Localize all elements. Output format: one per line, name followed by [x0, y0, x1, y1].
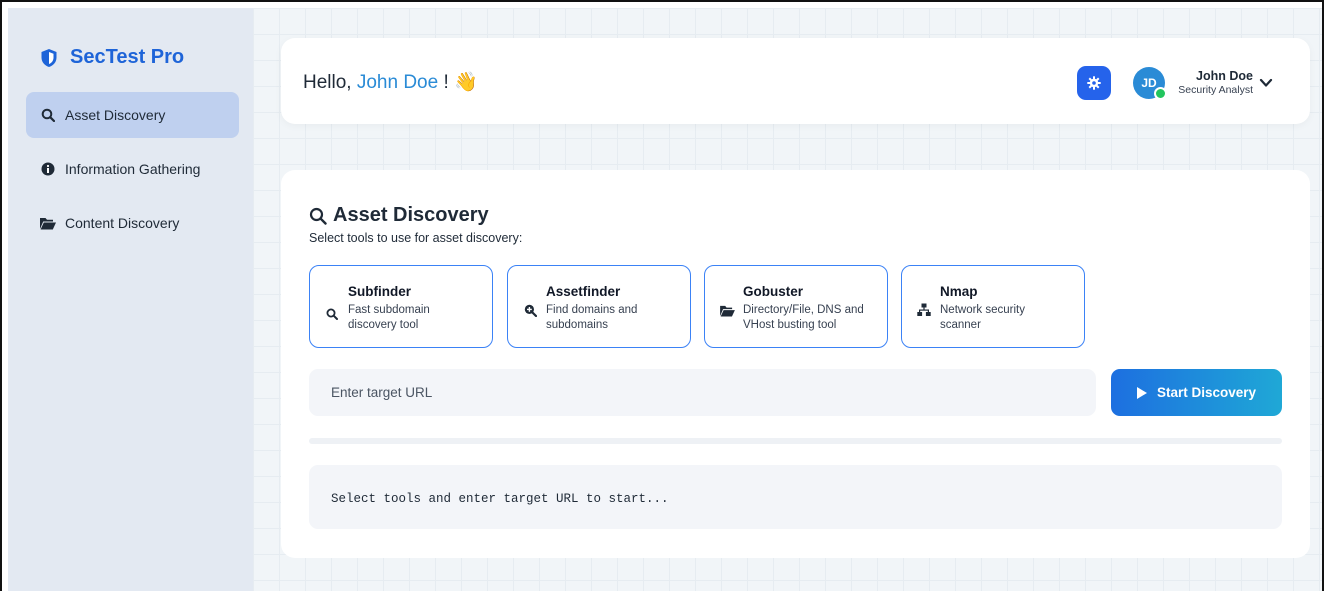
- folder-open-icon: [40, 217, 56, 230]
- start-discovery-label: Start Discovery: [1156, 385, 1257, 400]
- search-icon: [309, 207, 333, 225]
- network-icon: [916, 302, 932, 318]
- top-header: Hello, John Doe ! 👋 JD John Doe Security…: [281, 38, 1310, 124]
- sidebar-item-content-discovery[interactable]: Content Discovery: [26, 200, 239, 246]
- user-role: Security Analyst: [1178, 84, 1253, 96]
- greeting-suffix: !: [438, 72, 455, 93]
- tool-name: Gobuster: [743, 284, 804, 299]
- tool-description: Network security scanner: [940, 304, 1025, 331]
- folder-open-icon: [719, 303, 735, 319]
- play-icon: [1136, 386, 1157, 399]
- output-text: Select tools and enter target URL to sta…: [331, 492, 669, 506]
- tool-name: Assetfinder: [546, 284, 621, 299]
- tool-card-nmap[interactable]: Nmap Network security scanner: [901, 265, 1085, 348]
- page-subtitle: Select tools to use for asset discovery:: [309, 231, 523, 245]
- tool-name: Subfinder: [348, 284, 411, 299]
- target-url-input[interactable]: [309, 369, 1096, 416]
- brand-name: SecTest Pro: [70, 46, 185, 68]
- asset-discovery-panel: Asset Discovery Select tools to use for …: [281, 170, 1310, 558]
- main-content: Hello, John Doe ! 👋 JD John Doe Security…: [253, 8, 1322, 591]
- page-title-text: Asset Discovery: [333, 204, 489, 226]
- sidebar-item-label: Content Discovery: [65, 215, 180, 231]
- app-window: SecTest Pro Asset Discovery Information …: [0, 0, 1324, 591]
- shield-icon: [40, 48, 70, 68]
- avatar-initials: JD: [1141, 76, 1157, 90]
- tool-card-gobuster[interactable]: Gobuster Directory/File, DNS and VHost b…: [704, 265, 888, 348]
- greeting: Hello, John Doe ! 👋: [303, 70, 478, 94]
- chevron-down-icon[interactable]: [1259, 75, 1273, 93]
- tool-description: Directory/File, DNS and VHost busting to…: [743, 304, 864, 331]
- tool-card-subfinder[interactable]: Subfinder Fast subdomain discovery tool: [309, 265, 493, 348]
- sidebar-item-information-gathering[interactable]: Information Gathering: [26, 146, 239, 192]
- greeting-prefix: Hello,: [303, 72, 357, 93]
- start-discovery-button[interactable]: Start Discovery: [1111, 369, 1282, 416]
- sidebar-item-asset-discovery[interactable]: Asset Discovery: [26, 92, 239, 138]
- wave-emoji-icon: 👋: [454, 72, 478, 93]
- tool-card-assetfinder[interactable]: Assetfinder Find domains and subdomains: [507, 265, 691, 348]
- info-circle-icon: [40, 162, 56, 176]
- page-title: Asset Discovery: [309, 204, 489, 227]
- output-console: Select tools and enter target URL to sta…: [309, 465, 1282, 529]
- greeting-username: John Doe: [356, 72, 439, 93]
- tool-description: Find domains and subdomains: [546, 304, 638, 331]
- sidebar: SecTest Pro Asset Discovery Information …: [8, 8, 253, 591]
- brand-logo: SecTest Pro: [40, 46, 184, 69]
- progress-bar: [309, 438, 1282, 444]
- sidebar-item-label: Asset Discovery: [65, 107, 166, 123]
- search-icon: [40, 108, 56, 122]
- settings-button[interactable]: [1077, 66, 1111, 100]
- tool-description: Fast subdomain discovery tool: [348, 304, 430, 331]
- tool-name: Nmap: [940, 284, 978, 299]
- gear-icon: [1087, 76, 1101, 90]
- sidebar-item-label: Information Gathering: [65, 161, 201, 177]
- user-name: John Doe: [1196, 69, 1253, 83]
- search-plus-icon: [522, 302, 538, 318]
- search-icon: [324, 306, 340, 322]
